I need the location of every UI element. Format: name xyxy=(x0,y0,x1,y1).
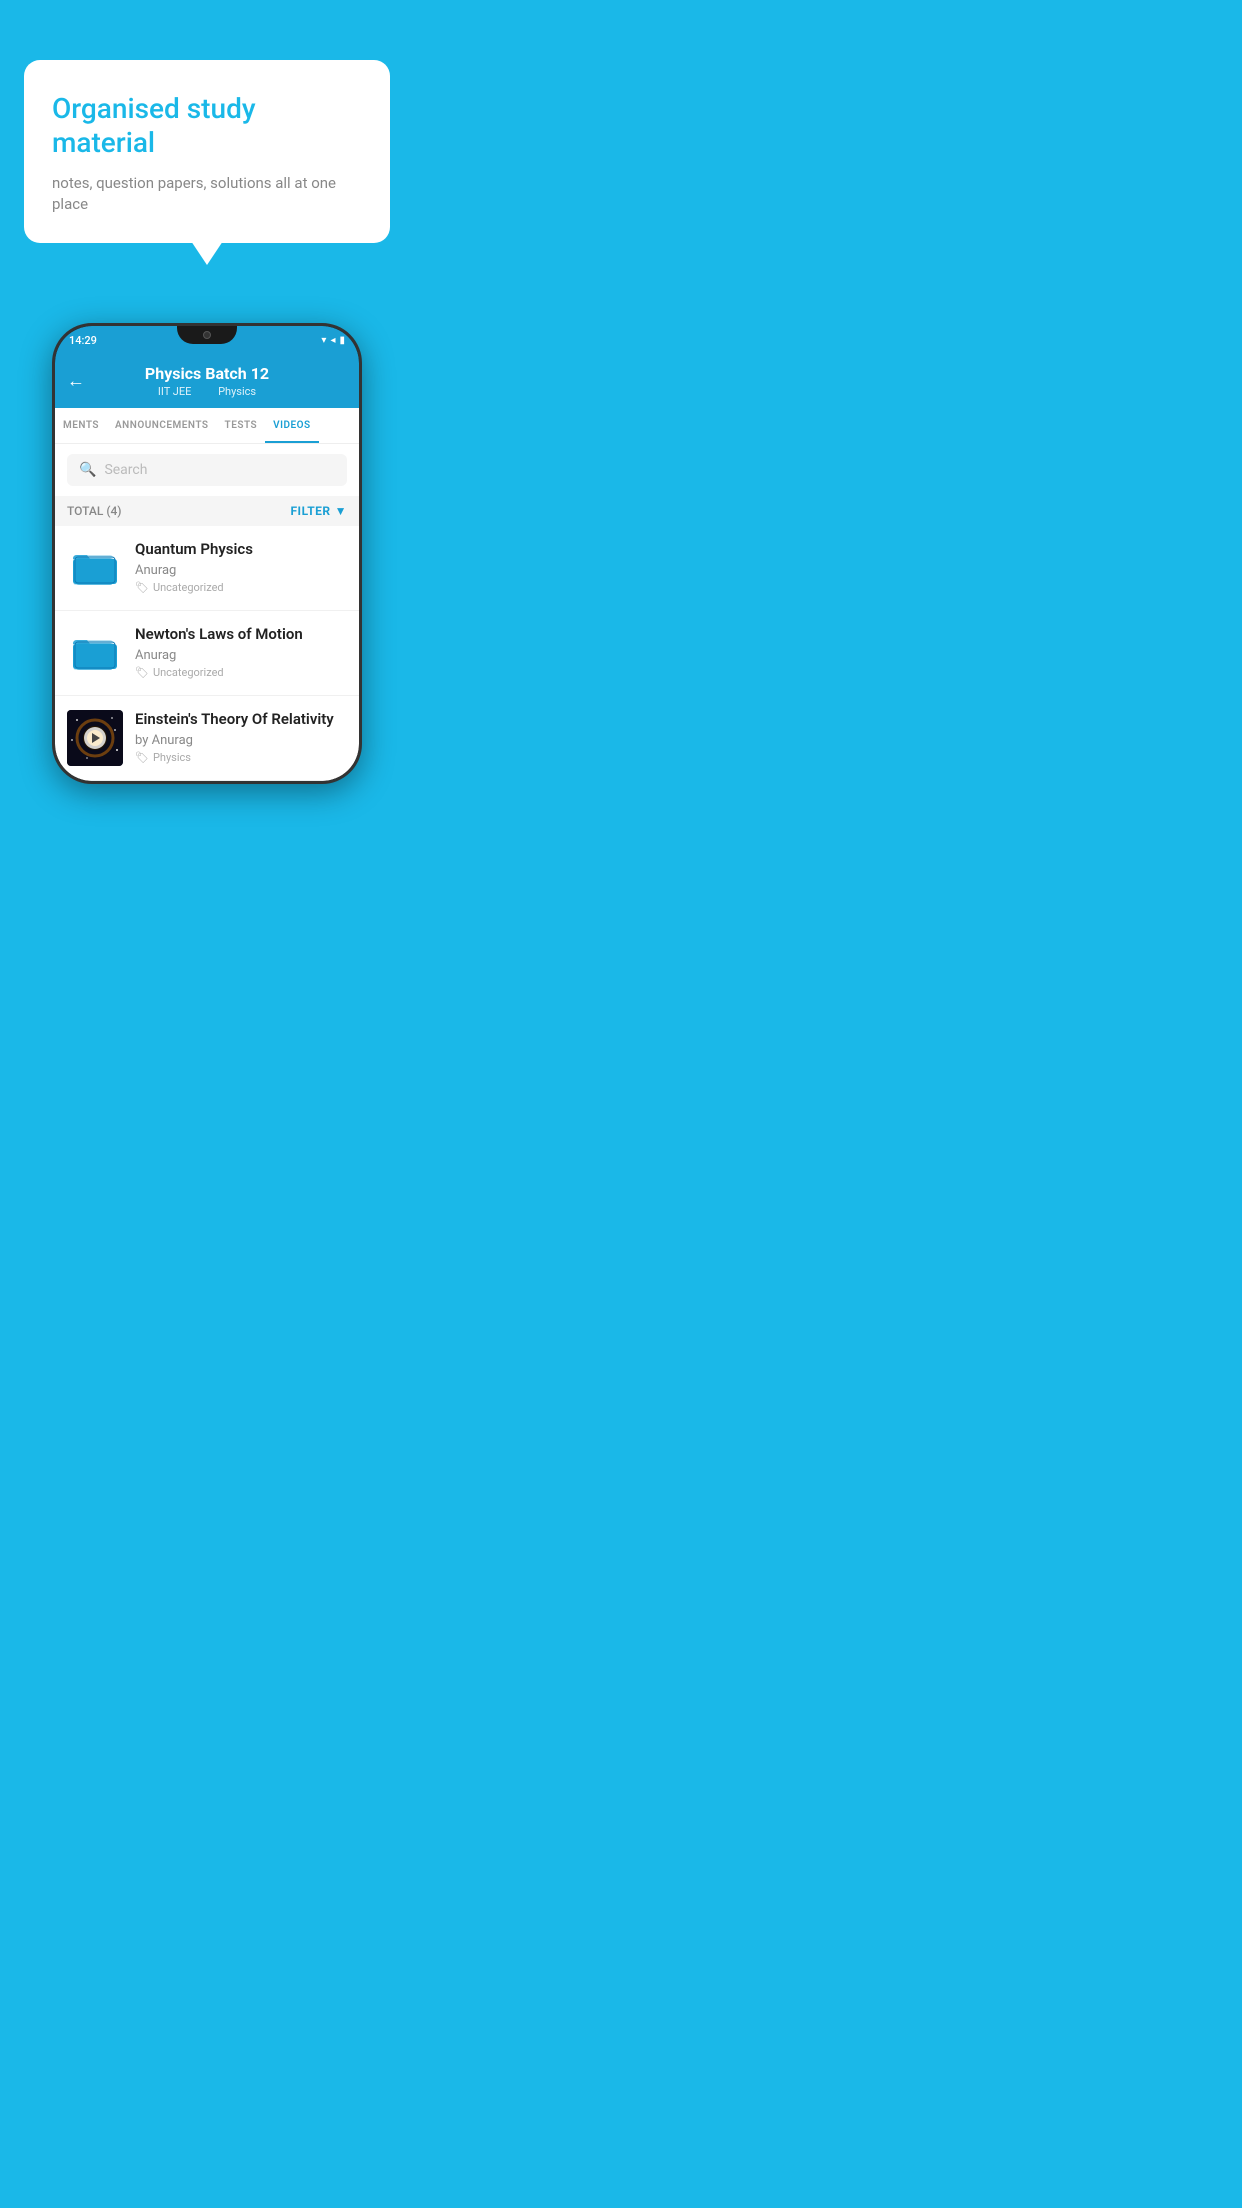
signal-icon: ◂ xyxy=(330,335,335,346)
search-placeholder: Search xyxy=(104,462,147,478)
item-tag: 🏷 Uncategorized xyxy=(135,581,347,594)
item-author: Anurag xyxy=(135,648,347,663)
item-title: Einstein's Theory Of Relativity xyxy=(135,710,347,730)
video-preview xyxy=(67,710,123,766)
item-tag: 🏷 Uncategorized xyxy=(135,666,347,679)
folder-icon xyxy=(73,634,117,672)
filter-icon: ▼ xyxy=(335,504,347,518)
item-thumbnail xyxy=(67,625,123,681)
search-bar[interactable]: 🔍 Search xyxy=(67,454,347,486)
list-item[interactable]: Einstein's Theory Of Relativity by Anura… xyxy=(55,696,359,781)
item-info: Einstein's Theory Of Relativity by Anura… xyxy=(135,710,347,764)
physics-label: Physics xyxy=(218,385,256,398)
filter-label: FILTER xyxy=(290,504,330,518)
phone-frame: 14:29 ▾ ◂ ▮ ← Physics Batch 12 IIT JEE P… xyxy=(52,323,362,784)
total-count: TOTAL (4) xyxy=(67,504,121,518)
status-bar: 14:29 ▾ ◂ ▮ xyxy=(55,326,359,354)
item-tag: 🏷 Physics xyxy=(135,751,347,764)
tag-icon: 🏷 xyxy=(135,666,149,679)
filter-bar: TOTAL (4) FILTER ▼ xyxy=(55,496,359,526)
tab-ments[interactable]: MENTS xyxy=(55,408,107,443)
status-icons: ▾ ◂ ▮ xyxy=(321,335,345,346)
camera xyxy=(203,331,211,339)
item-author: by Anurag xyxy=(135,733,347,748)
bubble-subtitle: notes, question papers, solutions all at… xyxy=(52,173,362,215)
tag-label: Uncategorized xyxy=(153,666,224,679)
battery-icon: ▮ xyxy=(339,335,345,346)
tag-label: Uncategorized xyxy=(153,581,224,594)
item-author: Anurag xyxy=(135,563,347,578)
header-subtitle: IIT JEE Physics xyxy=(152,385,262,398)
header-title: Physics Batch 12 xyxy=(145,364,269,383)
speech-bubble: Organised study material notes, question… xyxy=(24,60,390,243)
item-thumbnail xyxy=(67,710,123,766)
speech-bubble-area: Organised study material notes, question… xyxy=(0,0,414,273)
iit-jee-label: IIT JEE xyxy=(158,385,191,398)
item-info: Newton's Laws of Motion Anurag 🏷 Uncateg… xyxy=(135,625,347,679)
bubble-title: Organised study material xyxy=(52,92,362,159)
tag-icon: 🏷 xyxy=(135,581,149,594)
tab-tests[interactable]: TESTS xyxy=(217,408,266,443)
list-item[interactable]: Quantum Physics Anurag 🏷 Uncategorized xyxy=(55,526,359,611)
list-item[interactable]: Newton's Laws of Motion Anurag 🏷 Uncateg… xyxy=(55,611,359,696)
back-button[interactable]: ← xyxy=(67,371,85,392)
item-info: Quantum Physics Anurag 🏷 Uncategorized xyxy=(135,540,347,594)
folder-icon xyxy=(73,549,117,587)
phone-mockup: 14:29 ▾ ◂ ▮ ← Physics Batch 12 IIT JEE P… xyxy=(52,323,362,784)
tag-label: Physics xyxy=(153,751,191,764)
phone-screen: 14:29 ▾ ◂ ▮ ← Physics Batch 12 IIT JEE P… xyxy=(55,326,359,781)
filter-button[interactable]: FILTER ▼ xyxy=(290,504,347,518)
tag-icon: 🏷 xyxy=(135,751,149,764)
video-list: Quantum Physics Anurag 🏷 Uncategorized xyxy=(55,526,359,781)
item-title: Newton's Laws of Motion xyxy=(135,625,347,645)
wifi-icon: ▾ xyxy=(321,335,326,346)
status-time: 14:29 xyxy=(69,334,97,347)
search-container: 🔍 Search xyxy=(55,444,359,496)
tab-announcements[interactable]: ANNOUNCEMENTS xyxy=(107,408,217,443)
tab-videos[interactable]: VIDEOS xyxy=(265,408,319,443)
tabs-bar: MENTS ANNOUNCEMENTS TESTS VIDEOS xyxy=(55,408,359,444)
item-title: Quantum Physics xyxy=(135,540,347,560)
search-icon: 🔍 xyxy=(79,462,96,478)
app-header: ← Physics Batch 12 IIT JEE Physics xyxy=(55,354,359,408)
play-icon xyxy=(92,733,100,743)
item-thumbnail xyxy=(67,540,123,596)
notch xyxy=(177,326,237,344)
